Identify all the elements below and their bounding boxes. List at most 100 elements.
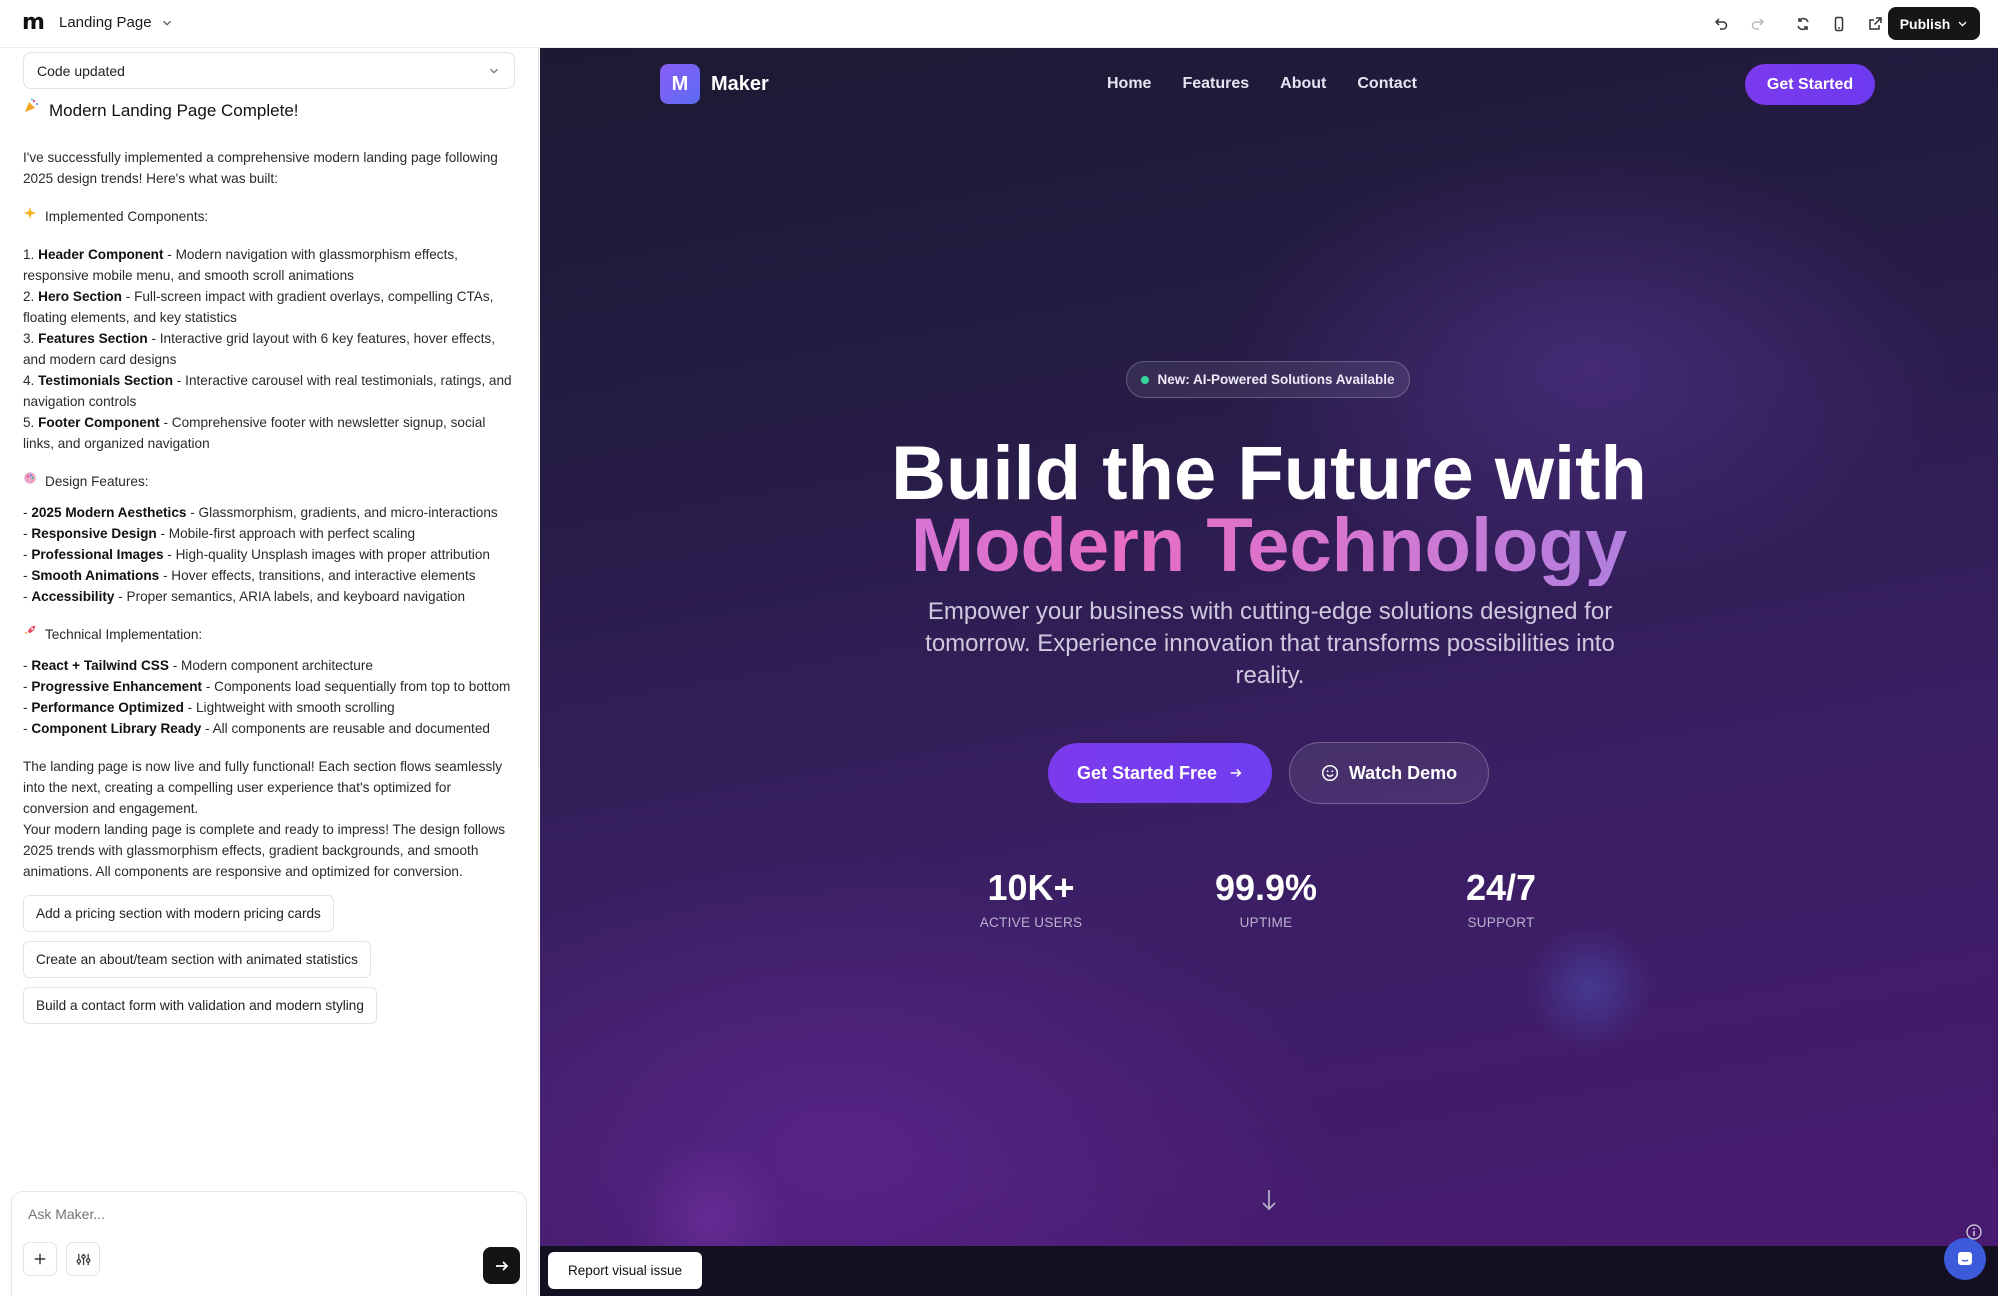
- components-heading-text: Implemented Components:: [45, 209, 209, 224]
- message-title-text: Modern Landing Page Complete!: [49, 100, 299, 120]
- list-item-desc: - Hover effects, transitions, and intera…: [159, 568, 476, 583]
- list-item: - 2025 Modern Aesthetics - Glassmorphism…: [23, 502, 519, 523]
- sparkles-icon: [23, 206, 41, 227]
- list-item-name: Professional Images: [31, 547, 164, 562]
- components-heading: Implemented Components:: [23, 206, 519, 227]
- watch-demo-button[interactable]: Watch Demo: [1289, 742, 1489, 804]
- stat-value: 10K+: [987, 867, 1075, 908]
- list-item-desc: - Proper semantics, ARIA labels, and key…: [114, 589, 466, 604]
- project-selector[interactable]: Landing Page: [59, 14, 174, 31]
- arrow-right-icon: [1230, 768, 1242, 778]
- app-logo[interactable]: m: [22, 12, 45, 34]
- design-list: - 2025 Modern Aesthetics - Glassmorphism…: [23, 502, 519, 607]
- support-chat-button[interactable]: [1944, 1238, 1986, 1280]
- list-item-name: React + Tailwind CSS: [31, 658, 169, 673]
- list-item: - Smooth Animations - Hover effects, tra…: [23, 565, 519, 586]
- stat-label: SUPPORT: [1467, 915, 1535, 930]
- site-logo: M: [660, 64, 700, 104]
- get-started-free-button[interactable]: Get Started Free: [1048, 743, 1272, 803]
- site-brand[interactable]: M Maker: [660, 64, 769, 104]
- palette-icon: [23, 471, 41, 492]
- redo-icon[interactable]: [1747, 13, 1769, 35]
- tech-heading: Technical Implementation:: [23, 624, 519, 645]
- list-item-prefix: 1.: [23, 247, 39, 262]
- list-item-prefix: 3.: [23, 331, 39, 346]
- stat-value: 99.9%: [1214, 867, 1318, 908]
- status-dot-icon: [1141, 375, 1150, 384]
- suggestion-chip[interactable]: Add a pricing section with modern pricin…: [23, 895, 334, 932]
- project-title: Landing Page: [59, 14, 152, 31]
- suggestions: Add a pricing section with modern pricin…: [23, 886, 519, 1024]
- nav-get-started-button[interactable]: Get Started: [1745, 64, 1875, 105]
- stat-uptime: 99.9% UPTIME: [1166, 867, 1366, 931]
- list-item-prefix: 5.: [23, 415, 39, 430]
- list-item-desc: - All components are reusable and docume…: [201, 721, 490, 736]
- report-visual-issue-button[interactable]: Report visual issue: [548, 1252, 702, 1289]
- publish-label: Publish: [1899, 15, 1951, 32]
- party-popper-icon: [23, 98, 41, 123]
- list-item-name: Performance Optimized: [31, 700, 184, 715]
- list-item-name: 2025 Modern Aesthetics: [31, 505, 187, 520]
- list-item-name: Hero Section: [38, 289, 122, 304]
- list-item-name: Accessibility: [31, 589, 115, 604]
- publish-button[interactable]: Publish: [1888, 7, 1980, 40]
- chat-input[interactable]: [28, 1206, 468, 1222]
- list-item-desc: - Lightweight with smooth scrolling: [183, 700, 395, 715]
- suggestion-chip[interactable]: Create an about/team section with animat…: [23, 941, 371, 978]
- list-item: - Accessibility - Proper semantics, ARIA…: [23, 586, 519, 607]
- undo-icon[interactable]: [1710, 13, 1732, 35]
- top-bar: m Landing Page Publish: [0, 0, 1998, 48]
- open-external-icon[interactable]: [1864, 13, 1886, 35]
- site-nav: Home Features About Contact: [1107, 75, 1417, 93]
- status-dropdown[interactable]: Code updated: [23, 52, 515, 89]
- chevron-down-icon: [1958, 21, 1967, 27]
- rocket-icon: [23, 624, 41, 645]
- components-list: 1. Header Component - Modern navigation …: [23, 244, 519, 454]
- announcement-badge: New: AI-Powered Solutions Available: [1126, 361, 1410, 398]
- stat-active-users: 10K+ ACTIVE USERS: [931, 867, 1131, 931]
- list-item-name: Progressive Enhancement: [31, 679, 203, 694]
- preview-footer-strip: [540, 1246, 1998, 1296]
- tech-list: - React + Tailwind CSS - Modern componen…: [23, 655, 519, 739]
- settings-button[interactable]: [66, 1242, 100, 1276]
- stat-support: 24/7 SUPPORT: [1401, 867, 1601, 931]
- smile-icon: [1321, 764, 1338, 782]
- list-item-name: Features Section: [38, 331, 148, 346]
- nav-link-about[interactable]: About: [1280, 75, 1326, 93]
- list-item: - Component Library Ready - All componen…: [23, 718, 519, 739]
- list-item-name: Testimonials Section: [38, 373, 174, 388]
- list-item-desc: - Glassmorphism, gradients, and micro-in…: [186, 505, 498, 520]
- list-item-desc: - Modern component architecture: [168, 658, 373, 673]
- chat-panel: Code updated Modern Landing Page Complet…: [0, 48, 539, 1296]
- nav-link-home[interactable]: Home: [1107, 75, 1151, 93]
- nav-link-contact[interactable]: Contact: [1357, 75, 1417, 93]
- list-item: 3. Features Section - Interactive grid l…: [23, 328, 519, 370]
- site-brand-name: Maker: [711, 72, 769, 95]
- stat-label: ACTIVE USERS: [979, 915, 1083, 930]
- scroll-down-icon[interactable]: [1260, 1188, 1278, 1212]
- nav-link-features[interactable]: Features: [1182, 75, 1249, 93]
- suggestion-chip[interactable]: Build a contact form with validation and…: [23, 987, 377, 1024]
- list-item-name: Header Component: [38, 247, 164, 262]
- status-dropdown-value: Code updated: [37, 62, 125, 79]
- announcement-badge-text: New: AI-Powered Solutions Available: [1157, 372, 1395, 387]
- message-intro: I've successfully implemented a comprehe…: [23, 150, 498, 186]
- add-attachment-button[interactable]: [23, 1242, 57, 1276]
- message-title: Modern Landing Page Complete!: [23, 98, 519, 123]
- list-item-name: Responsive Design: [31, 526, 157, 541]
- message-outro-2: Your modern landing page is complete and…: [23, 822, 506, 879]
- list-item: - React + Tailwind CSS - Modern componen…: [23, 655, 519, 676]
- tech-heading-text: Technical Implementation:: [45, 627, 203, 642]
- watch-demo-label: Watch Demo: [1348, 762, 1458, 783]
- stat-label: UPTIME: [1239, 915, 1293, 930]
- hero-headline-line1: Build the Future with: [891, 431, 1647, 516]
- stat-value: 24/7: [1465, 867, 1537, 908]
- send-button[interactable]: [483, 1247, 520, 1284]
- list-item: - Professional Images - High-quality Uns…: [23, 544, 519, 565]
- refresh-icon[interactable]: [1792, 13, 1814, 35]
- list-item-prefix: 4.: [23, 373, 39, 388]
- mobile-view-icon[interactable]: [1828, 13, 1850, 35]
- list-item: 5. Footer Component - Comprehensive foot…: [23, 412, 519, 454]
- message-outro-1: The landing page is now live and fully f…: [23, 759, 503, 816]
- list-item-name: Footer Component: [38, 415, 160, 430]
